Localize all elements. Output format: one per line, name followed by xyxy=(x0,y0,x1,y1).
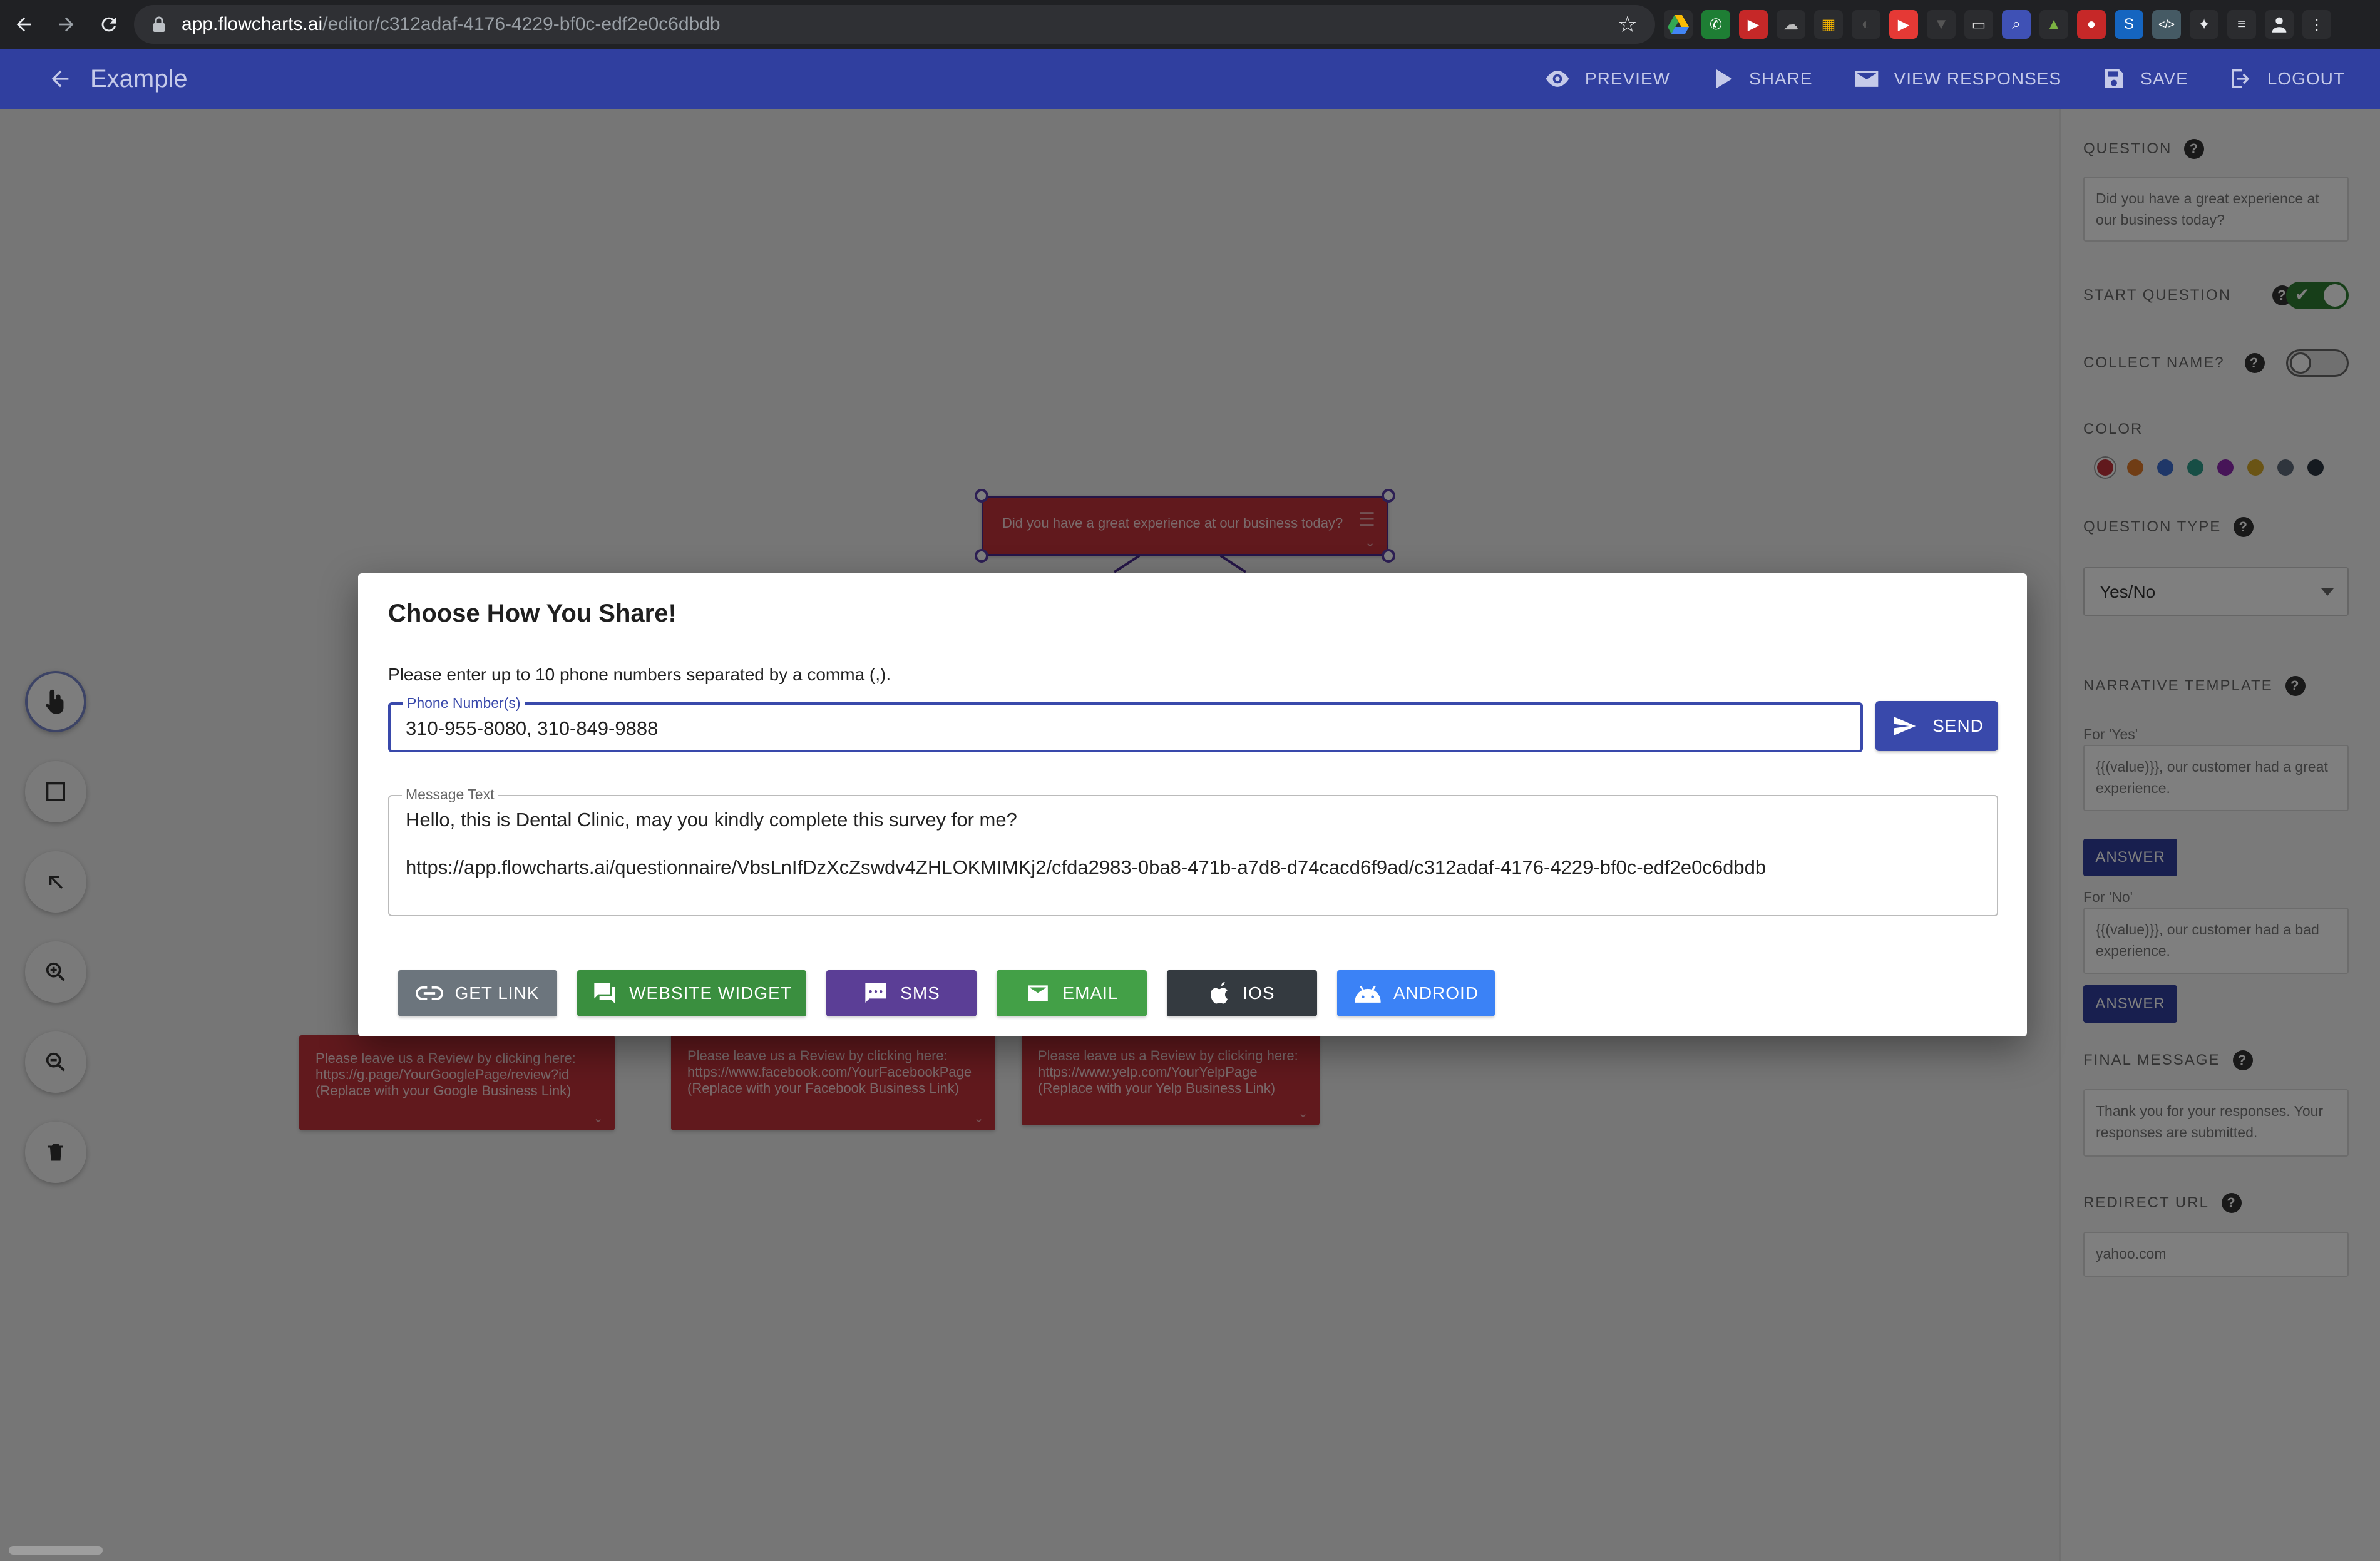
alert-extension-icon[interactable]: ▲ xyxy=(2039,10,2068,39)
reading-list-icon[interactable]: ≡ xyxy=(2227,10,2256,39)
header-actions: PREVIEW SHARE VIEW RESPONSES SAVE LOGOUT xyxy=(1504,49,2345,109)
browser-toolbar: app.flowcharts.ai /editor/c312adaf-4176-… xyxy=(0,0,2380,49)
lock-icon xyxy=(153,16,165,32)
share-dialog: Choose How You Share! Please enter up to… xyxy=(358,573,2027,1036)
youtube-extension-icon[interactable]: ▶ xyxy=(1889,10,1918,39)
website-widget-button[interactable]: WEBSITE WIDGET xyxy=(577,970,806,1016)
drive-extension-icon[interactable] xyxy=(1664,10,1693,39)
filter-extension-icon[interactable]: ▼ xyxy=(1927,10,1956,39)
view-responses-button[interactable]: VIEW RESPONSES xyxy=(1853,65,2062,93)
app-header: Example PREVIEW SHARE VIEW RESPONSES SAV… xyxy=(0,49,2380,109)
message-text-line: Hello, this is Dental Clinic, may you ki… xyxy=(406,809,1017,831)
sms-button[interactable]: SMS xyxy=(826,970,977,1016)
browser-menu-icon[interactable]: ⋮ xyxy=(2302,10,2331,39)
search-extension-icon[interactable]: ⌕ xyxy=(2002,10,2031,39)
send-button[interactable]: SEND xyxy=(1875,701,1998,751)
horizontal-scrollbar[interactable] xyxy=(9,1546,103,1555)
message-text-field[interactable]: Message Text Hello, this is Dental Clini… xyxy=(388,786,1998,916)
logout-icon xyxy=(2231,69,2250,88)
play-icon xyxy=(1716,69,1733,88)
phone-instruction: Please enter up to 10 phone numbers sepa… xyxy=(388,665,891,684)
hidden-extension-icon[interactable]: ◐ xyxy=(1852,10,1880,39)
share-method-buttons: GET LINK WEBSITE WIDGET SMS EMAIL IOS AN… xyxy=(398,970,1515,1016)
phone-extension-icon[interactable]: ✆ xyxy=(1701,10,1730,39)
extensions-bar: ✆ ▶ ☁ ▦ ◐ ▶ ▼ ▭ ⌕ ▲ ● S </> ✦ ≡ ⋮ xyxy=(1664,10,2331,39)
floppy-icon xyxy=(2105,69,2124,88)
apple-icon xyxy=(1211,982,1228,1004)
s-extension-icon[interactable]: S xyxy=(2115,10,2143,39)
url-host: app.flowcharts.ai xyxy=(182,14,323,34)
eye-icon xyxy=(1546,71,1569,87)
phone-numbers-field[interactable]: Phone Number(s) 310-955-8080, 310-849-98… xyxy=(388,695,1863,752)
address-bar[interactable]: app.flowcharts.ai /editor/c312adaf-4176-… xyxy=(134,5,1655,44)
grid-extension-icon[interactable]: ▦ xyxy=(1814,10,1843,39)
browser-back-icon[interactable] xyxy=(5,6,43,43)
browser-forward-icon[interactable] xyxy=(48,6,85,43)
flowchart-title: Example xyxy=(90,64,188,93)
logout-button[interactable]: LOGOUT xyxy=(2229,66,2345,91)
profile-avatar-icon[interactable] xyxy=(2265,10,2294,39)
browser-reload-icon[interactable] xyxy=(90,6,128,43)
phone-numbers-value: 310-955-8080, 310-849-9888 xyxy=(406,717,659,739)
share-button[interactable]: SHARE xyxy=(1710,66,1812,91)
cloud-extension-icon[interactable]: ☁ xyxy=(1777,10,1805,39)
link-icon xyxy=(416,986,444,1000)
sms-icon xyxy=(865,983,886,1003)
monitor-extension-icon[interactable]: ▭ xyxy=(1964,10,1993,39)
video-extension-icon[interactable]: ▶ xyxy=(1739,10,1768,39)
email-button[interactable]: EMAIL xyxy=(997,970,1147,1016)
get-link-button[interactable]: GET LINK xyxy=(398,970,557,1016)
mail-icon xyxy=(1028,985,1049,1001)
puzzle-extension-icon[interactable]: ✦ xyxy=(2190,10,2218,39)
chat-bubbles-icon xyxy=(594,983,615,1004)
back-arrow-icon[interactable] xyxy=(44,63,76,95)
message-text-link: https://app.flowcharts.ai/questionnaire/… xyxy=(406,856,1767,878)
record-extension-icon[interactable]: ● xyxy=(2077,10,2106,39)
code-extension-icon[interactable]: </> xyxy=(2152,10,2181,39)
save-button[interactable]: SAVE xyxy=(2101,66,2188,91)
phone-numbers-label: Phone Number(s) xyxy=(403,695,525,712)
preview-button[interactable]: PREVIEW xyxy=(1544,65,1670,93)
android-button[interactable]: ANDROID xyxy=(1337,970,1495,1016)
message-text-label: Message Text xyxy=(402,786,498,803)
ios-button[interactable]: IOS xyxy=(1167,970,1317,1016)
url-path: /editor/c312adaf-4176-4229-bf0c-edf2e0c6… xyxy=(322,14,721,34)
android-icon xyxy=(1355,985,1381,1003)
dialog-title: Choose How You Share! xyxy=(388,600,677,627)
send-icon xyxy=(1894,717,1916,735)
bookmark-star-icon[interactable]: ☆ xyxy=(1618,11,1638,38)
mail-icon xyxy=(1855,71,1878,87)
